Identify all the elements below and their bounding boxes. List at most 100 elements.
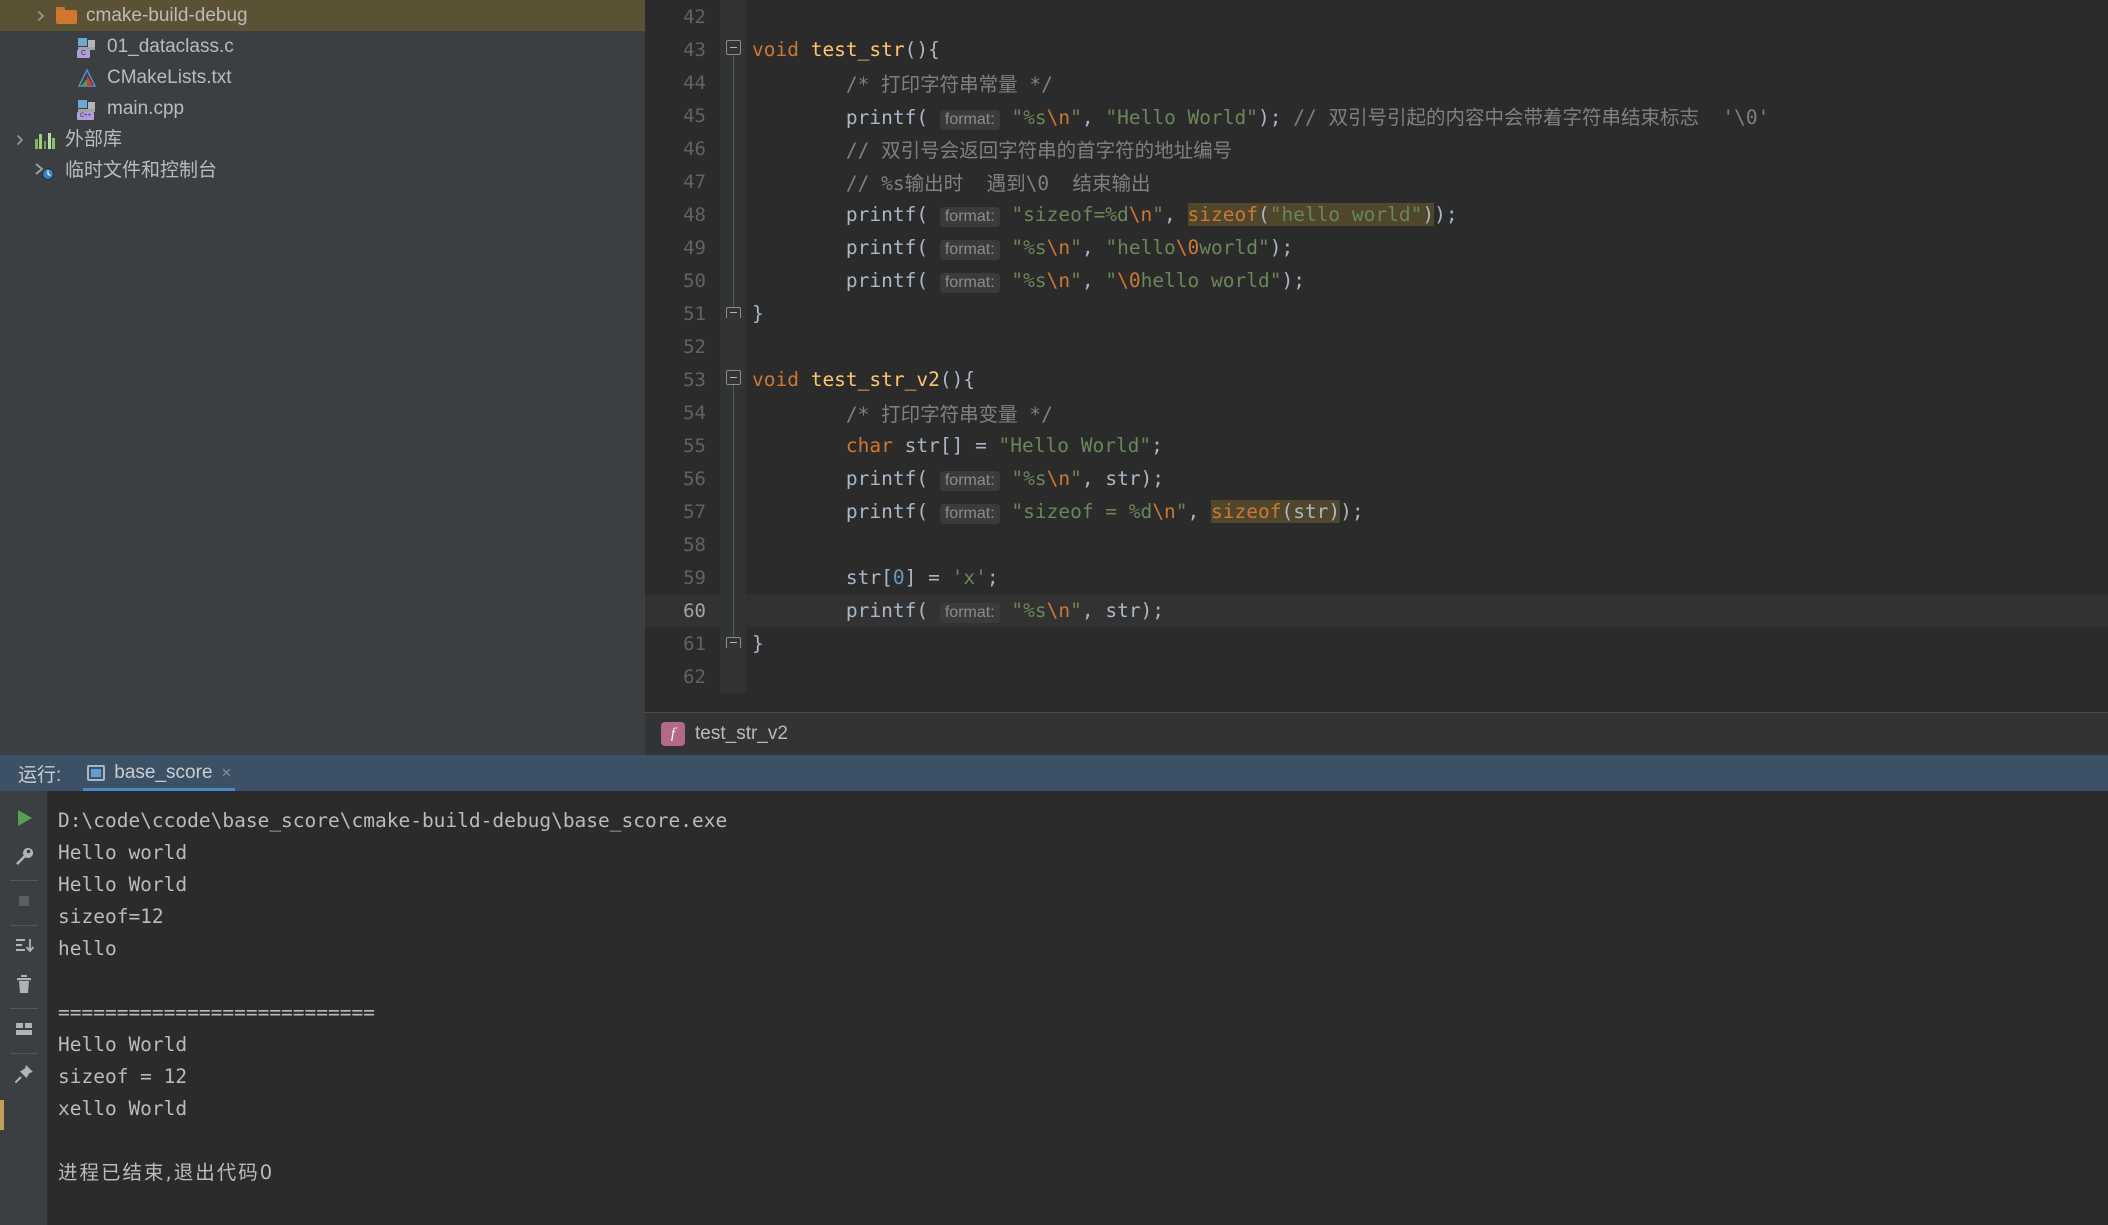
code-line-47[interactable]: 47 // %s输出时 遇到\0 结束输出 (645, 165, 2108, 198)
settings-button[interactable] (4, 839, 44, 877)
fold-gutter[interactable] (720, 0, 746, 33)
code-line-48[interactable]: 48 printf( format: "sizeof=%d\n", sizeof… (645, 198, 2108, 231)
layout-button[interactable] (4, 1012, 44, 1050)
library-icon (32, 129, 58, 151)
fold-gutter[interactable] (720, 627, 746, 660)
tree-item-3[interactable]: CMakeLists.txt (0, 62, 645, 93)
fold-gutter[interactable] (720, 264, 746, 297)
fold-gutter[interactable] (720, 99, 746, 132)
code-line-60[interactable]: 60 printf( format: "%s\n", str); (645, 594, 2108, 627)
token-hint: format: (939, 207, 1000, 227)
breadcrumb-label[interactable]: test_str_v2 (695, 723, 788, 745)
fold-end-icon[interactable] (726, 307, 741, 318)
fold-gutter[interactable] (720, 132, 746, 165)
run-panel-title: 运行: (18, 764, 62, 786)
fold-end-icon[interactable] (726, 637, 741, 648)
fold-gutter[interactable] (720, 396, 746, 429)
code-line-55[interactable]: 55 char str[] = "Hello World"; (645, 429, 2108, 462)
code-line-44[interactable]: 44 /* 打印字符串常量 */ (645, 66, 2108, 99)
token-plain: printf( (752, 500, 940, 523)
fold-toggle-icon[interactable] (726, 370, 741, 385)
pin-tab-button[interactable] (4, 1057, 44, 1095)
code-line-62[interactable]: 62 (645, 660, 2108, 693)
stop-button[interactable] (4, 884, 44, 922)
code-line-46[interactable]: 46 // 双引号会返回字符串的首字符的地址编号 (645, 132, 2108, 165)
code-text: } (746, 632, 2108, 655)
token-fn: test_str (810, 38, 905, 61)
code-line-42[interactable]: 42 (645, 0, 2108, 33)
layout-icon (13, 1018, 35, 1045)
fold-gutter[interactable] (720, 594, 746, 627)
fold-gutter[interactable] (720, 363, 746, 396)
tree-item-5[interactable]: 外部库 (0, 124, 645, 155)
console-line-10: xello World (58, 1097, 188, 1120)
function-icon: f (661, 722, 685, 746)
fold-gutter[interactable] (720, 660, 746, 693)
fold-gutter[interactable] (720, 429, 746, 462)
code-text: /* 打印字符串常量 */ (746, 68, 2108, 97)
scroll-to-end-icon (13, 935, 35, 962)
tree-item-6[interactable]: 临时文件和控制台 (0, 155, 645, 186)
console-output[interactable]: D:\code\ccode\base_score\cmake-build-deb… (48, 791, 2108, 1225)
line-number: 44 (683, 71, 706, 94)
rerun-button[interactable] (4, 801, 44, 839)
clear-all-button[interactable] (4, 967, 44, 1005)
fold-gutter[interactable] (720, 297, 746, 330)
toolbar-separator (9, 925, 38, 926)
chevron-right-icon[interactable] (29, 10, 53, 22)
chevron-right-icon[interactable] (8, 134, 32, 146)
tree-item-1[interactable]: cmake-build-debug (0, 0, 645, 31)
tree-item-4[interactable]: C++ main.cpp (0, 93, 645, 124)
breadcrumb[interactable]: f test_str_v2 (645, 712, 2108, 755)
scroll-to-end-button[interactable] (4, 929, 44, 967)
editor-scroll-area[interactable]: 42 43 void test_str(){44 /* 打印字符串常量 */45 p… (645, 0, 2108, 712)
token-plain: printf( (752, 269, 940, 292)
project-tree-panel[interactable]: cmake-build-debug C 01_dataclass.c CMakeLis… (0, 0, 645, 755)
fold-gutter[interactable] (720, 165, 746, 198)
token-esc: \n (1046, 269, 1071, 292)
fold-gutter[interactable] (720, 330, 746, 363)
token-str: hello world" (1140, 269, 1282, 292)
code-line-61[interactable]: 61} (645, 627, 2108, 660)
fold-toggle-icon[interactable] (726, 40, 741, 55)
code-line-59[interactable]: 59 str[0] = 'x'; (645, 561, 2108, 594)
token-hint: format: (939, 273, 1000, 293)
code-line-53[interactable]: 53 void test_str_v2(){ (645, 363, 2108, 396)
token-str: " (1175, 500, 1188, 523)
code-line-52[interactable]: 52 (645, 330, 2108, 363)
code-line-45[interactable]: 45 printf( format: "%s\n", "Hello World"… (645, 99, 2108, 132)
token-plain: , str); (1081, 467, 1165, 490)
fold-gutter[interactable] (720, 495, 746, 528)
fold-gutter[interactable] (720, 66, 746, 99)
line-number: 56 (683, 467, 706, 490)
fold-gutter[interactable] (720, 561, 746, 594)
console-line-9: sizeof = 12 (58, 1065, 188, 1088)
close-icon[interactable]: × (222, 763, 232, 783)
code-line-58[interactable]: 58 (645, 528, 2108, 561)
token-plain: (str) (1281, 500, 1341, 523)
code-line-43[interactable]: 43 void test_str(){ (645, 33, 2108, 66)
code-editor[interactable]: 42 43 void test_str(){44 /* 打印字符串常量 */45 p… (645, 0, 2108, 755)
token-str: " (1070, 467, 1082, 490)
fold-gutter[interactable] (720, 231, 746, 264)
line-number: 54 (683, 401, 706, 424)
wrench-icon (13, 845, 35, 872)
token-str: "Hello World" (998, 434, 1152, 457)
tree-item-2[interactable]: C 01_dataclass.c (0, 31, 645, 62)
code-line-51[interactable]: 51} (645, 297, 2108, 330)
code-line-49[interactable]: 49 printf( format: "%s\n", "hello\0world… (645, 231, 2108, 264)
fold-gutter[interactable] (720, 33, 746, 66)
code-line-54[interactable]: 54 /* 打印字符串变量 */ (645, 396, 2108, 429)
code-line-56[interactable]: 56 printf( format: "%s\n", str); (645, 462, 2108, 495)
fold-gutter[interactable] (720, 462, 746, 495)
run-tab-base-score[interactable]: base_score × (83, 755, 236, 791)
fold-gutter[interactable] (720, 198, 746, 231)
tree-item-label: 01_dataclass.c (107, 36, 234, 57)
token-plain: ) (1422, 203, 1435, 226)
code-line-50[interactable]: 50 printf( format: "%s\n", "\0hello worl… (645, 264, 2108, 297)
fold-gutter[interactable] (720, 528, 746, 561)
code-line-57[interactable]: 57 printf( format: "sizeof = %d\n", size… (645, 495, 2108, 528)
